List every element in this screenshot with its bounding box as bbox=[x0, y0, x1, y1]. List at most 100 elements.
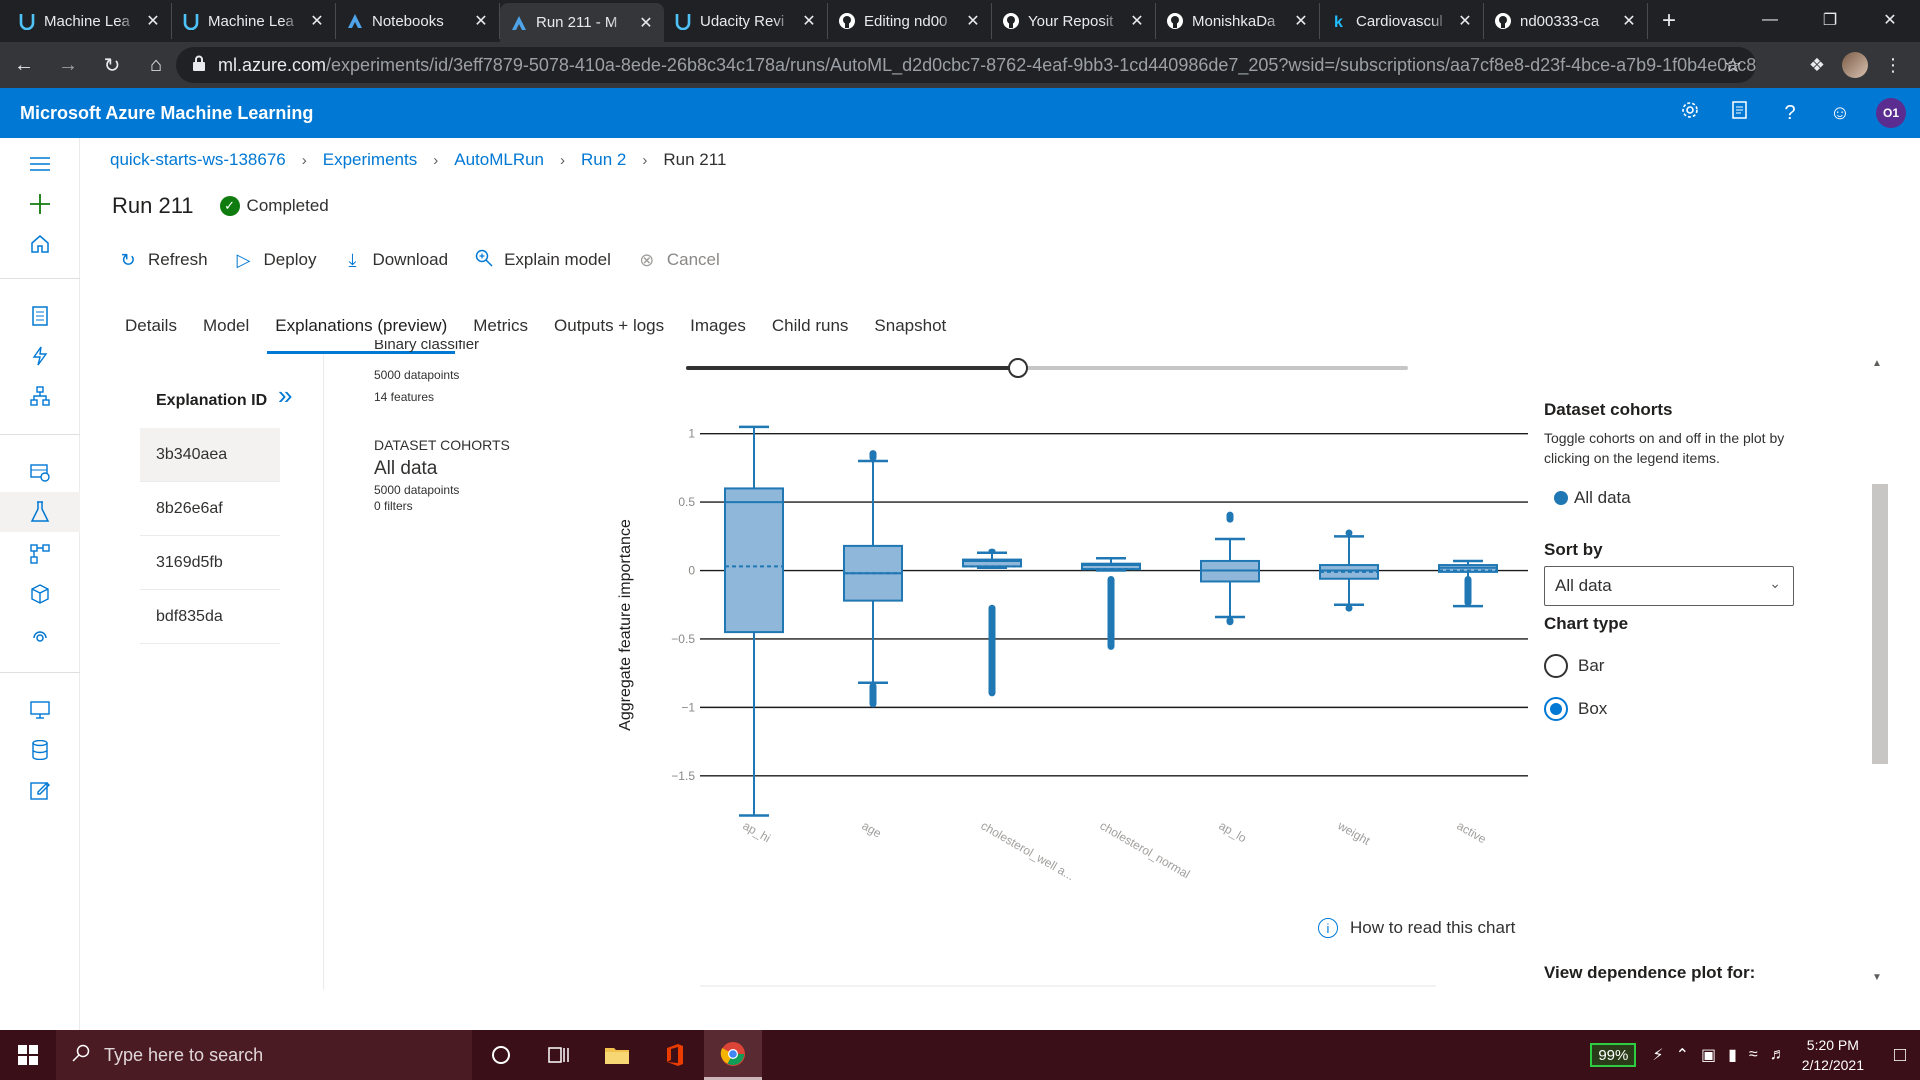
browser-tab[interactable]: MonishkaDa ✕ bbox=[1156, 3, 1320, 39]
explain-model-button[interactable]: Explain model bbox=[474, 249, 611, 272]
user-avatar[interactable]: O1 bbox=[1876, 98, 1906, 128]
download-button[interactable]: ⤓ Download bbox=[342, 250, 448, 271]
breadcrumb-item[interactable]: AutoMLRun bbox=[454, 150, 544, 170]
back-icon[interactable]: ← bbox=[4, 45, 44, 85]
cortana-circle-icon[interactable] bbox=[472, 1030, 530, 1080]
close-tab-icon[interactable]: ✕ bbox=[309, 11, 325, 31]
office-icon[interactable] bbox=[646, 1030, 704, 1080]
close-tab-icon[interactable]: ✕ bbox=[801, 11, 817, 31]
chart-type-box-radio[interactable]: Box bbox=[1544, 697, 1607, 721]
battery-icon[interactable]: ▮ bbox=[1728, 1045, 1737, 1065]
address-bar[interactable]: ml.azure.com /experiments/id/3eff7879-50… bbox=[176, 47, 1756, 83]
chrome-icon[interactable] bbox=[704, 1030, 762, 1080]
brand-title[interactable]: Microsoft Azure Machine Learning bbox=[20, 103, 313, 124]
data-labeling-icon[interactable] bbox=[24, 774, 56, 806]
sort-by-dropdown[interactable]: All data ⌄ bbox=[1544, 566, 1794, 606]
close-tab-icon[interactable]: ✕ bbox=[473, 11, 489, 31]
models-cube-icon[interactable] bbox=[24, 578, 56, 610]
datastores-icon[interactable] bbox=[24, 734, 56, 766]
close-window-icon[interactable]: ✕ bbox=[1860, 0, 1920, 40]
restore-icon[interactable]: ❐ bbox=[1800, 0, 1860, 40]
compute-icon[interactable] bbox=[24, 694, 56, 726]
notification-center-icon[interactable]: □ bbox=[1880, 1044, 1920, 1067]
feature-count-slider-thumb[interactable] bbox=[1008, 358, 1029, 378]
meet-now-icon[interactable]: ▣ bbox=[1701, 1045, 1716, 1065]
hamburger-menu-icon[interactable] bbox=[24, 148, 56, 180]
explanation-id-item[interactable]: 8b26e6af bbox=[140, 482, 280, 536]
explanation-id-item[interactable]: 3b340aea bbox=[140, 428, 280, 482]
home-nav-icon[interactable] bbox=[24, 228, 56, 260]
browser-tab[interactable]: Run 211 - M ✕ bbox=[500, 3, 664, 42]
experiments-icon[interactable] bbox=[0, 492, 80, 532]
tab-details[interactable]: Details bbox=[112, 312, 190, 354]
scrollbar-thumb[interactable] bbox=[1872, 484, 1888, 764]
browser-tab[interactable]: Your Reposit ✕ bbox=[992, 3, 1156, 39]
extensions-icon[interactable]: ❖ bbox=[1802, 55, 1832, 76]
refresh-button[interactable]: ↻ Refresh bbox=[118, 250, 207, 271]
vertical-scrollbar[interactable]: ▲ ▼ bbox=[1868, 354, 1890, 990]
file-explorer-icon[interactable] bbox=[588, 1030, 646, 1080]
browser-tab[interactable]: k Cardiovascul ✕ bbox=[1320, 3, 1484, 39]
bookmark-star-icon[interactable]: ☆ bbox=[1724, 53, 1742, 78]
explanation-id-item[interactable]: 3169d5fb bbox=[140, 536, 280, 590]
help-icon[interactable]: ? bbox=[1776, 102, 1804, 125]
battery-indicator[interactable]: 99% bbox=[1590, 1043, 1637, 1067]
scroll-down-arrow-icon[interactable]: ▼ bbox=[1872, 972, 1882, 983]
breadcrumb-item[interactable]: Experiments bbox=[323, 150, 417, 170]
browser-tab[interactable]: Editing nd00 ✕ bbox=[828, 3, 992, 39]
designer-icon[interactable] bbox=[24, 380, 56, 412]
deploy-button[interactable]: ▷ Deploy bbox=[234, 250, 317, 271]
notebooks-icon[interactable] bbox=[24, 300, 56, 332]
explanation-id-item[interactable]: bdf835da bbox=[140, 590, 280, 644]
forward-icon[interactable]: → bbox=[48, 45, 88, 85]
cancel-button[interactable]: ⊗ Cancel bbox=[637, 250, 719, 271]
how-to-read-link[interactable]: i How to read this chart bbox=[1318, 918, 1515, 938]
breadcrumb-item[interactable]: Run 2 bbox=[581, 150, 626, 170]
reload-icon[interactable]: ↻ bbox=[92, 45, 132, 85]
pipelines-icon[interactable] bbox=[24, 538, 56, 570]
collapse-chevrons-icon[interactable]: » bbox=[278, 380, 292, 411]
browser-tab[interactable]: Machine Lea ✕ bbox=[172, 3, 336, 39]
profile-avatar[interactable] bbox=[1842, 52, 1868, 78]
new-tab-button[interactable]: + bbox=[1662, 7, 1676, 35]
tab-outputs-logs[interactable]: Outputs + logs bbox=[541, 312, 677, 354]
volume-icon[interactable]: ♬ bbox=[1770, 1046, 1786, 1064]
settings-gear-icon[interactable] bbox=[1676, 100, 1704, 126]
home-icon[interactable]: ⌂ bbox=[136, 45, 176, 85]
menu-kebab-icon[interactable]: ⋮ bbox=[1878, 55, 1908, 76]
status-text: Completed bbox=[246, 196, 329, 215]
scroll-up-arrow-icon[interactable]: ▲ bbox=[1872, 358, 1882, 369]
legend-item-all-data[interactable]: All data bbox=[1554, 488, 1631, 508]
close-tab-icon[interactable]: ✕ bbox=[145, 11, 161, 31]
browser-tab[interactable]: Udacity Revi ✕ bbox=[664, 3, 828, 39]
taskbar-clock[interactable]: 5:20 PM 2/12/2021 bbox=[1802, 1035, 1864, 1075]
tab-images[interactable]: Images bbox=[677, 312, 759, 354]
notes-icon[interactable] bbox=[1726, 100, 1754, 126]
close-tab-icon[interactable]: ✕ bbox=[1457, 11, 1473, 31]
windows-start-icon[interactable] bbox=[0, 1030, 56, 1080]
browser-tab-title: Machine Lea bbox=[44, 12, 130, 30]
feedback-smiley-icon[interactable]: ☺ bbox=[1826, 102, 1854, 125]
wifi-icon[interactable]: ≈ bbox=[1749, 1046, 1758, 1064]
task-view-icon[interactable] bbox=[530, 1030, 588, 1080]
minimize-icon[interactable]: — bbox=[1740, 0, 1800, 40]
taskbar-search-box[interactable]: Type here to search bbox=[56, 1030, 472, 1080]
tab-child-runs[interactable]: Child runs bbox=[759, 312, 862, 354]
tab-snapshot[interactable]: Snapshot bbox=[861, 312, 959, 354]
close-tab-icon[interactable]: ✕ bbox=[965, 11, 981, 31]
close-tab-icon[interactable]: ✕ bbox=[1621, 11, 1637, 31]
close-tab-icon[interactable]: ✕ bbox=[638, 13, 654, 33]
browser-tab[interactable]: Notebooks ✕ bbox=[336, 3, 500, 39]
endpoints-icon[interactable] bbox=[24, 618, 56, 650]
automl-icon[interactable] bbox=[24, 340, 56, 372]
browser-tab[interactable]: nd00333-ca ✕ bbox=[1484, 3, 1648, 39]
chart-type-bar-radio[interactable]: Bar bbox=[1544, 654, 1604, 678]
tray-chevron-up-icon[interactable]: ⌃ bbox=[1676, 1045, 1689, 1065]
close-tab-icon[interactable]: ✕ bbox=[1293, 11, 1309, 31]
tab-model[interactable]: Model bbox=[190, 312, 262, 354]
breadcrumb-item[interactable]: quick-starts-ws-138676 bbox=[110, 150, 286, 170]
datasets-icon[interactable] bbox=[24, 456, 56, 488]
create-new-plus-icon[interactable] bbox=[24, 188, 56, 220]
close-tab-icon[interactable]: ✕ bbox=[1129, 11, 1145, 31]
browser-tab[interactable]: Machine Lea ✕ bbox=[8, 3, 172, 39]
